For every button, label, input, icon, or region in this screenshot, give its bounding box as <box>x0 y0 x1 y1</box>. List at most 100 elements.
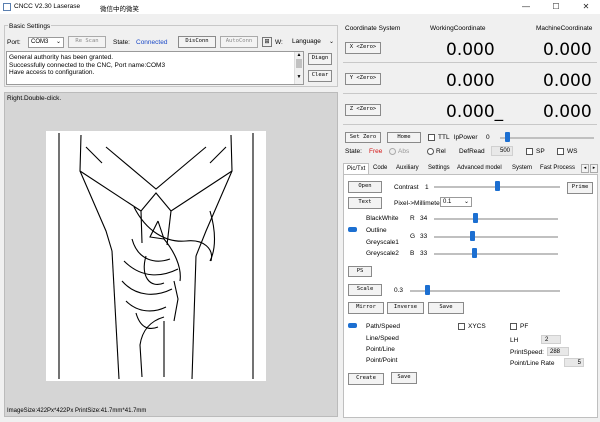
lh-label: LH <box>510 337 519 344</box>
defread-field[interactable]: 500 <box>491 146 513 156</box>
g-label: G <box>410 233 416 240</box>
g-slider-thumb[interactable] <box>470 231 475 241</box>
printspeed-label: PrintSpeed: <box>510 349 544 356</box>
z-working-value: 0.000_ <box>446 102 504 122</box>
language-select[interactable]: Language ⌄ <box>292 38 336 48</box>
y-machine-value: 0.000 <box>543 71 592 91</box>
mode-outline[interactable]: Outline <box>366 227 387 234</box>
y-row: Y <Zero> 0.000 0.000 <box>343 64 597 94</box>
scroll-down-icon: ▼ <box>296 74 302 80</box>
r-slider[interactable] <box>434 218 558 220</box>
port-select[interactable]: COM3 ⌄ <box>28 37 64 48</box>
path-mode-path-speed[interactable]: Path/Speed <box>366 323 400 330</box>
lpower-label: lpPower <box>454 134 478 141</box>
text-button[interactable]: Text <box>348 197 382 209</box>
title-bar: CNCC V2.30 Laserase 微信中的微笑 — ☐ ✕ <box>0 0 600 14</box>
ttl-label: TTL <box>438 134 450 141</box>
pixel-value: 0.1 <box>443 199 452 205</box>
path-mode-point-line[interactable]: Point/Line <box>366 346 395 353</box>
minimize-icon[interactable]: — <box>512 1 540 13</box>
clear-log-button[interactable]: Clear <box>308 70 332 82</box>
close-icon[interactable]: ✕ <box>572 1 600 13</box>
image-hint: Right.Double-click. <box>7 95 62 102</box>
rel-label: Rel <box>436 148 446 155</box>
working-coordinate-header: WorkingCoordinate <box>430 25 486 32</box>
b-slider-thumb[interactable] <box>472 248 477 258</box>
g-slider[interactable] <box>434 236 558 238</box>
basic-settings-label: Basic Settings <box>8 23 52 30</box>
tab-code[interactable]: Code <box>370 163 390 174</box>
pf-label: PF <box>520 323 529 330</box>
x-zero-button[interactable]: X <Zero> <box>345 42 381 54</box>
lpower-slider-thumb[interactable] <box>505 132 510 142</box>
diagnose-button[interactable]: Diagn <box>308 53 332 65</box>
language-value: Language <box>292 38 321 45</box>
window-title: CNCC V2.30 Laserase <box>14 3 81 10</box>
log-scrollbar[interactable]: ▲ ▼ <box>294 52 303 84</box>
tab-scroll-left-icon[interactable]: ◂ <box>581 164 589 173</box>
abs-radio[interactable] <box>389 148 396 155</box>
tab-fast-process[interactable]: Fast Process <box>537 163 578 174</box>
path-mode-point-point[interactable]: Point/Point <box>366 357 397 364</box>
sp-checkbox[interactable] <box>526 148 533 155</box>
r-label: R <box>410 215 415 222</box>
path-mode-line-speed[interactable]: Line/Speed <box>366 335 399 342</box>
scale-button[interactable]: Scale <box>348 284 382 296</box>
pf-checkbox[interactable] <box>510 323 517 330</box>
ttl-checkbox[interactable] <box>428 134 435 141</box>
tab-system[interactable]: System <box>509 163 535 174</box>
auto-connect-button[interactable]: AutoConn <box>220 36 258 48</box>
y-working-value: 0.000 <box>446 71 495 91</box>
r-slider-thumb[interactable] <box>473 213 478 223</box>
lpower-slider[interactable] <box>500 137 594 139</box>
tab-advanced-model[interactable]: Advanced model <box>454 163 505 174</box>
xycs-checkbox[interactable] <box>458 323 465 330</box>
ws-checkbox[interactable] <box>557 148 564 155</box>
ps-button[interactable]: PS <box>348 266 372 277</box>
set-zero-button[interactable]: Set Zero <box>345 132 381 143</box>
open-button[interactable]: Open <box>348 181 382 193</box>
machine-state-label: State: <box>345 148 362 155</box>
save-image-button[interactable]: Save <box>428 302 464 314</box>
log-box[interactable]: General authority has been granted. Succ… <box>6 51 304 85</box>
y-zero-button[interactable]: Y <Zero> <box>345 73 381 85</box>
pixel-select[interactable]: 0.1 ⌄ <box>440 197 472 207</box>
image-footer: ImageSize:422Px*422Px PrintSize:41.7mm*4… <box>7 408 147 414</box>
rel-radio[interactable] <box>427 148 434 155</box>
tab-settings[interactable]: Settings <box>425 163 453 174</box>
lh-field[interactable]: 2 <box>541 335 561 344</box>
z-zero-button[interactable]: Z <Zero> <box>345 104 381 116</box>
defread-label: DefRead <box>459 148 485 155</box>
lpower-value: 0 <box>486 134 490 141</box>
disconnect-button[interactable]: DisConn <box>178 36 216 48</box>
scale-slider-thumb[interactable] <box>425 285 430 295</box>
b-value: 33 <box>420 250 428 257</box>
coordinate-header: Coordinate System <box>345 25 401 32</box>
create-button[interactable]: Create <box>348 373 384 385</box>
mode-greyscale2[interactable]: Greyscale2 <box>366 250 399 257</box>
re-scan-button[interactable]: Re Scan <box>68 36 106 48</box>
mode-greyscale1[interactable]: Greyscale1 <box>366 239 399 246</box>
w-label: W: <box>275 39 283 46</box>
tab-scroll-right-icon[interactable]: ▸ <box>590 164 598 173</box>
contrast-value: 1 <box>425 184 429 191</box>
wifi-icon[interactable]: ⊞ <box>262 37 272 47</box>
b-slider[interactable] <box>434 253 558 255</box>
tab-auxiliary[interactable]: Auxiliary <box>393 163 422 174</box>
connection-status: Connected <box>136 39 168 46</box>
home-button[interactable]: Home <box>387 132 421 143</box>
pointline-rate-field[interactable]: 5 <box>564 358 584 367</box>
maximize-icon[interactable]: ☐ <box>542 1 570 13</box>
abs-label: Abs <box>398 148 410 155</box>
scale-slider[interactable] <box>410 290 560 292</box>
inverse-button[interactable]: Inverse <box>387 302 424 314</box>
mirror-button[interactable]: Mirror <box>348 302 384 314</box>
r-value: 34 <box>420 215 428 222</box>
printspeed-field[interactable]: 288 <box>547 347 569 356</box>
tab-pic-txt[interactable]: Pic/Txt <box>343 163 370 174</box>
prime-button[interactable]: Prime <box>567 182 593 194</box>
save-gcode-button[interactable]: Save <box>391 372 417 384</box>
mode-blackwhite[interactable]: BlackWhite <box>366 215 399 222</box>
contrast-label: Contrast <box>394 184 419 191</box>
contrast-slider-thumb[interactable] <box>495 181 500 191</box>
